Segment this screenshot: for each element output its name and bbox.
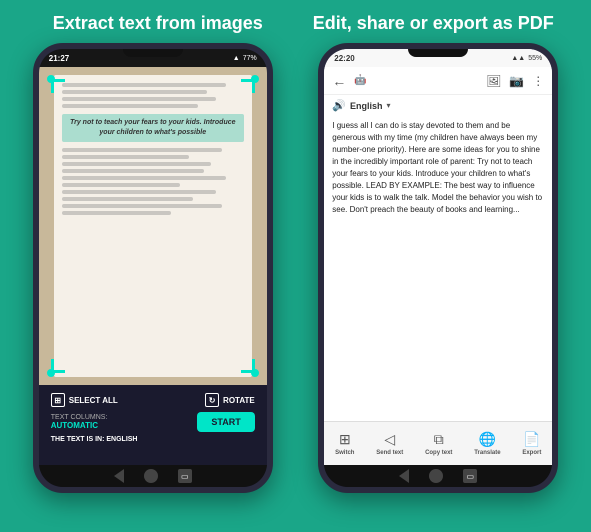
wifi-icon: ▲ <box>233 55 240 62</box>
language-value: ENGLISH <box>106 436 137 443</box>
status-time-left: 21:27 <box>49 54 69 63</box>
language-row: 🔊 English ▾ <box>324 95 552 116</box>
battery-right: 55% <box>528 55 542 62</box>
control-row1: ⊞ SELECT ALL ↻ ROTATE <box>47 390 259 410</box>
switch-icon: ⊞ <box>339 431 351 448</box>
status-icons-left: ▲ 77% <box>233 55 257 62</box>
rotate-icon: ↻ <box>205 393 219 407</box>
status-icons-right: ▲▲ 55% <box>511 55 542 62</box>
phone-left: 21:27 ▲ 77% Try not to teach your fears … <box>33 43 273 493</box>
action-switch[interactable]: ⊞ Switch <box>335 431 354 456</box>
phone-nav-left: ▭ <box>39 465 267 487</box>
action-copy-text[interactable]: ⧉ Copy text <box>425 431 452 456</box>
book-page: Try not to teach your fears to your kids… <box>54 75 252 377</box>
text-columns-label: TEXT COLUMNS: <box>51 414 108 421</box>
rotate-label: ROTATE <box>223 396 255 405</box>
action-export[interactable]: 📄 Export <box>522 431 541 456</box>
start-button[interactable]: START <box>197 412 254 432</box>
select-all-button[interactable]: ⊞ SELECT ALL <box>51 393 118 407</box>
nav-back-left[interactable] <box>114 469 124 483</box>
action-send-text[interactable]: ◁ Send text <box>376 431 403 456</box>
text-paragraph: I guess all I can do is stay devoted to … <box>332 120 544 216</box>
action-translate[interactable]: 🌐 Translate <box>474 431 500 456</box>
copy-text-icon: ⧉ <box>434 431 444 448</box>
app-logo: 🤖 <box>354 75 366 86</box>
nav-recent-right[interactable]: ▭ <box>463 469 477 483</box>
back-button[interactable]: ← <box>332 73 346 89</box>
highlight-text: Try not to teach your fears to your kids… <box>68 118 238 138</box>
book-area: Try not to teach your fears to your kids… <box>39 67 267 385</box>
phone2-bottom-bar: ⊞ Switch ◁ Send text ⧉ Copy text 🌐 Trans… <box>324 421 552 465</box>
phone1-controls: ⊞ SELECT ALL ↻ ROTATE TEXT COLUMNS: AUTO… <box>39 385 267 465</box>
left-title: Extract text from images <box>20 12 296 35</box>
nav-back-right[interactable] <box>399 469 409 483</box>
rotate-button[interactable]: ↻ ROTATE <box>205 393 255 407</box>
control-row3: THE TEXT IS IN: ENGLISH <box>47 434 259 445</box>
phone-right: 22:20 ▲▲ 55% ← 🤖 🖼 📷 ⋮ 🔊 English ▾ <box>318 43 558 493</box>
translate-label: Translate <box>474 450 500 456</box>
camera-button[interactable]: 📷 <box>509 74 524 88</box>
nav-home-left[interactable] <box>144 469 158 483</box>
phone2-screen: 22:20 ▲▲ 55% ← 🤖 🖼 📷 ⋮ 🔊 English ▾ <box>324 49 552 465</box>
signal-icon: ▲▲ <box>511 55 525 62</box>
switch-label: Switch <box>335 450 354 456</box>
status-time-right: 22:20 <box>334 54 354 63</box>
export-icon: 📄 <box>523 431 540 448</box>
more-button[interactable]: ⋮ <box>532 74 544 88</box>
text-columns-group: TEXT COLUMNS: AUTOMATIC <box>51 414 108 430</box>
export-label: Export <box>522 450 541 456</box>
language-label: THE TEXT IS IN: <box>51 436 105 443</box>
phone2-toolbar: ← 🤖 🖼 📷 ⋮ <box>324 67 552 95</box>
translate-icon: 🌐 <box>479 431 496 448</box>
copy-text-label: Copy text <box>425 450 452 456</box>
book-highlight: Try not to teach your fears to your kids… <box>62 114 244 142</box>
image-button[interactable]: 🖼 <box>486 74 501 88</box>
phone-notch-left <box>123 49 183 57</box>
language-label: English <box>350 101 383 111</box>
nav-recent-left[interactable]: ▭ <box>178 469 192 483</box>
speaker-icon[interactable]: 🔊 <box>332 99 346 112</box>
language-dropdown[interactable]: ▾ <box>386 101 390 110</box>
select-all-icon: ⊞ <box>51 393 65 407</box>
right-title: Edit, share or export as PDF <box>296 12 572 35</box>
send-text-icon: ◁ <box>384 431 395 448</box>
phone-notch-right <box>408 49 468 57</box>
select-all-label: SELECT ALL <box>69 396 118 405</box>
text-columns-value: AUTOMATIC <box>51 421 108 430</box>
phone1-screen: 21:27 ▲ 77% Try not to teach your fears … <box>39 49 267 465</box>
nav-home-right[interactable] <box>429 469 443 483</box>
phone-nav-right: ▭ <box>324 465 552 487</box>
send-text-label: Send text <box>376 450 403 456</box>
battery-left: 77% <box>243 55 257 62</box>
text-content-area: I guess all I can do is stay devoted to … <box>324 116 552 421</box>
control-row2: TEXT COLUMNS: AUTOMATIC START <box>47 410 259 434</box>
